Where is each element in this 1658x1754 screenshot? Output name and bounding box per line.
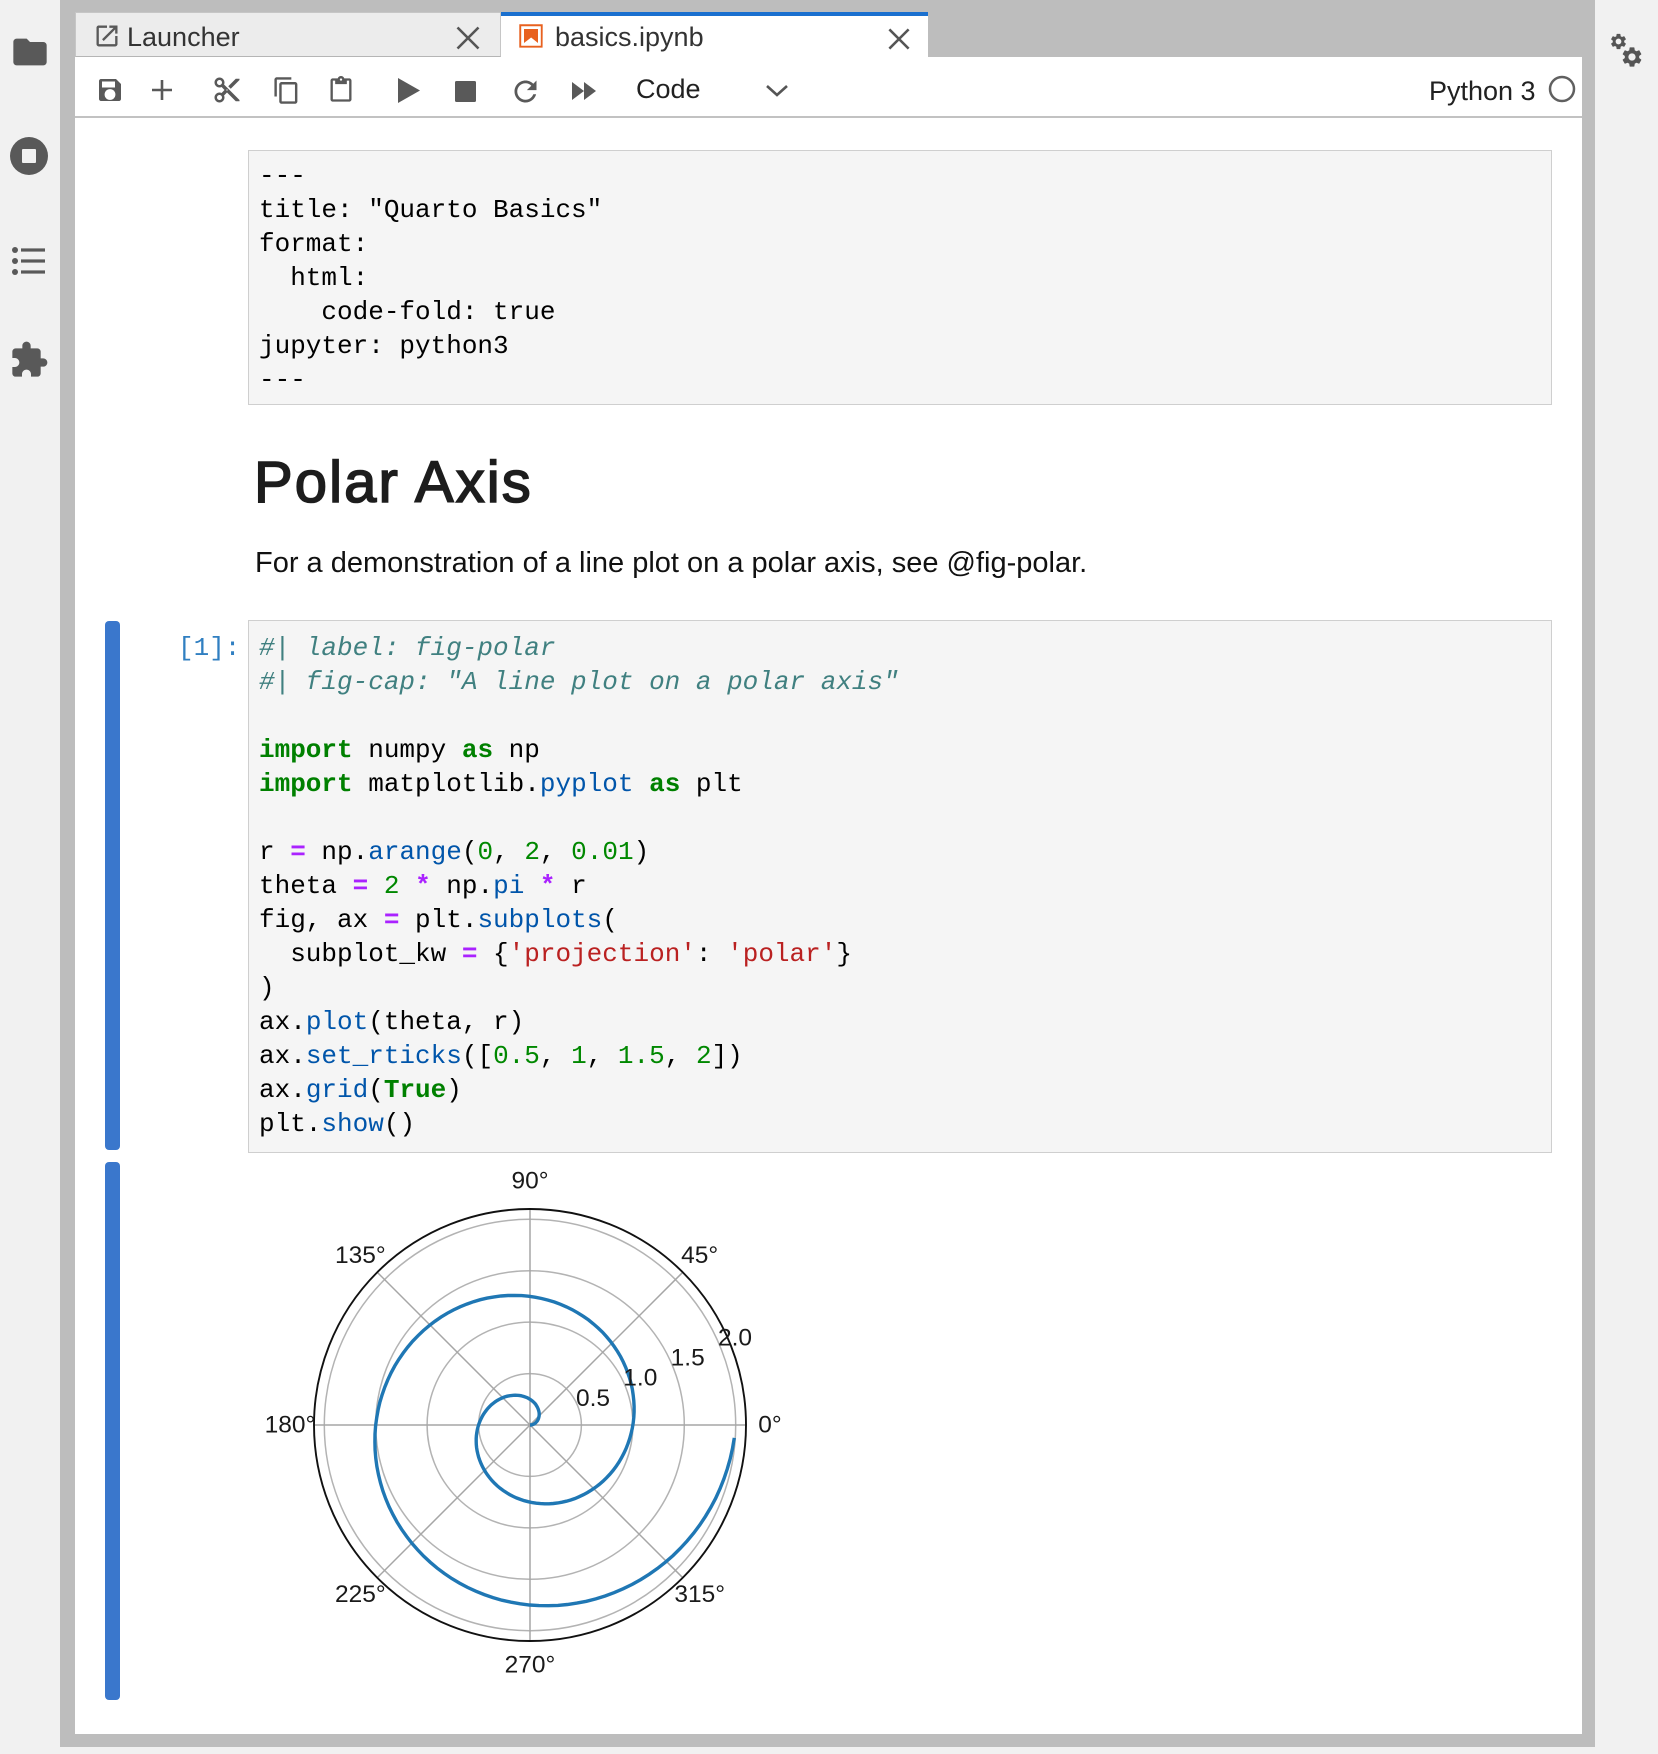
svg-text:270°: 270° bbox=[505, 1652, 556, 1679]
svg-text:0°: 0° bbox=[758, 1412, 781, 1439]
svg-text:2.0: 2.0 bbox=[718, 1325, 752, 1352]
svg-text:1.0: 1.0 bbox=[623, 1365, 657, 1392]
svg-text:135°: 135° bbox=[335, 1242, 386, 1269]
svg-text:90°: 90° bbox=[511, 1168, 548, 1195]
svg-text:0.5: 0.5 bbox=[576, 1385, 610, 1412]
svg-text:45°: 45° bbox=[681, 1242, 718, 1269]
svg-text:315°: 315° bbox=[674, 1581, 725, 1608]
svg-text:225°: 225° bbox=[335, 1581, 386, 1608]
svg-text:180°: 180° bbox=[265, 1412, 316, 1439]
svg-text:1.5: 1.5 bbox=[671, 1345, 705, 1372]
